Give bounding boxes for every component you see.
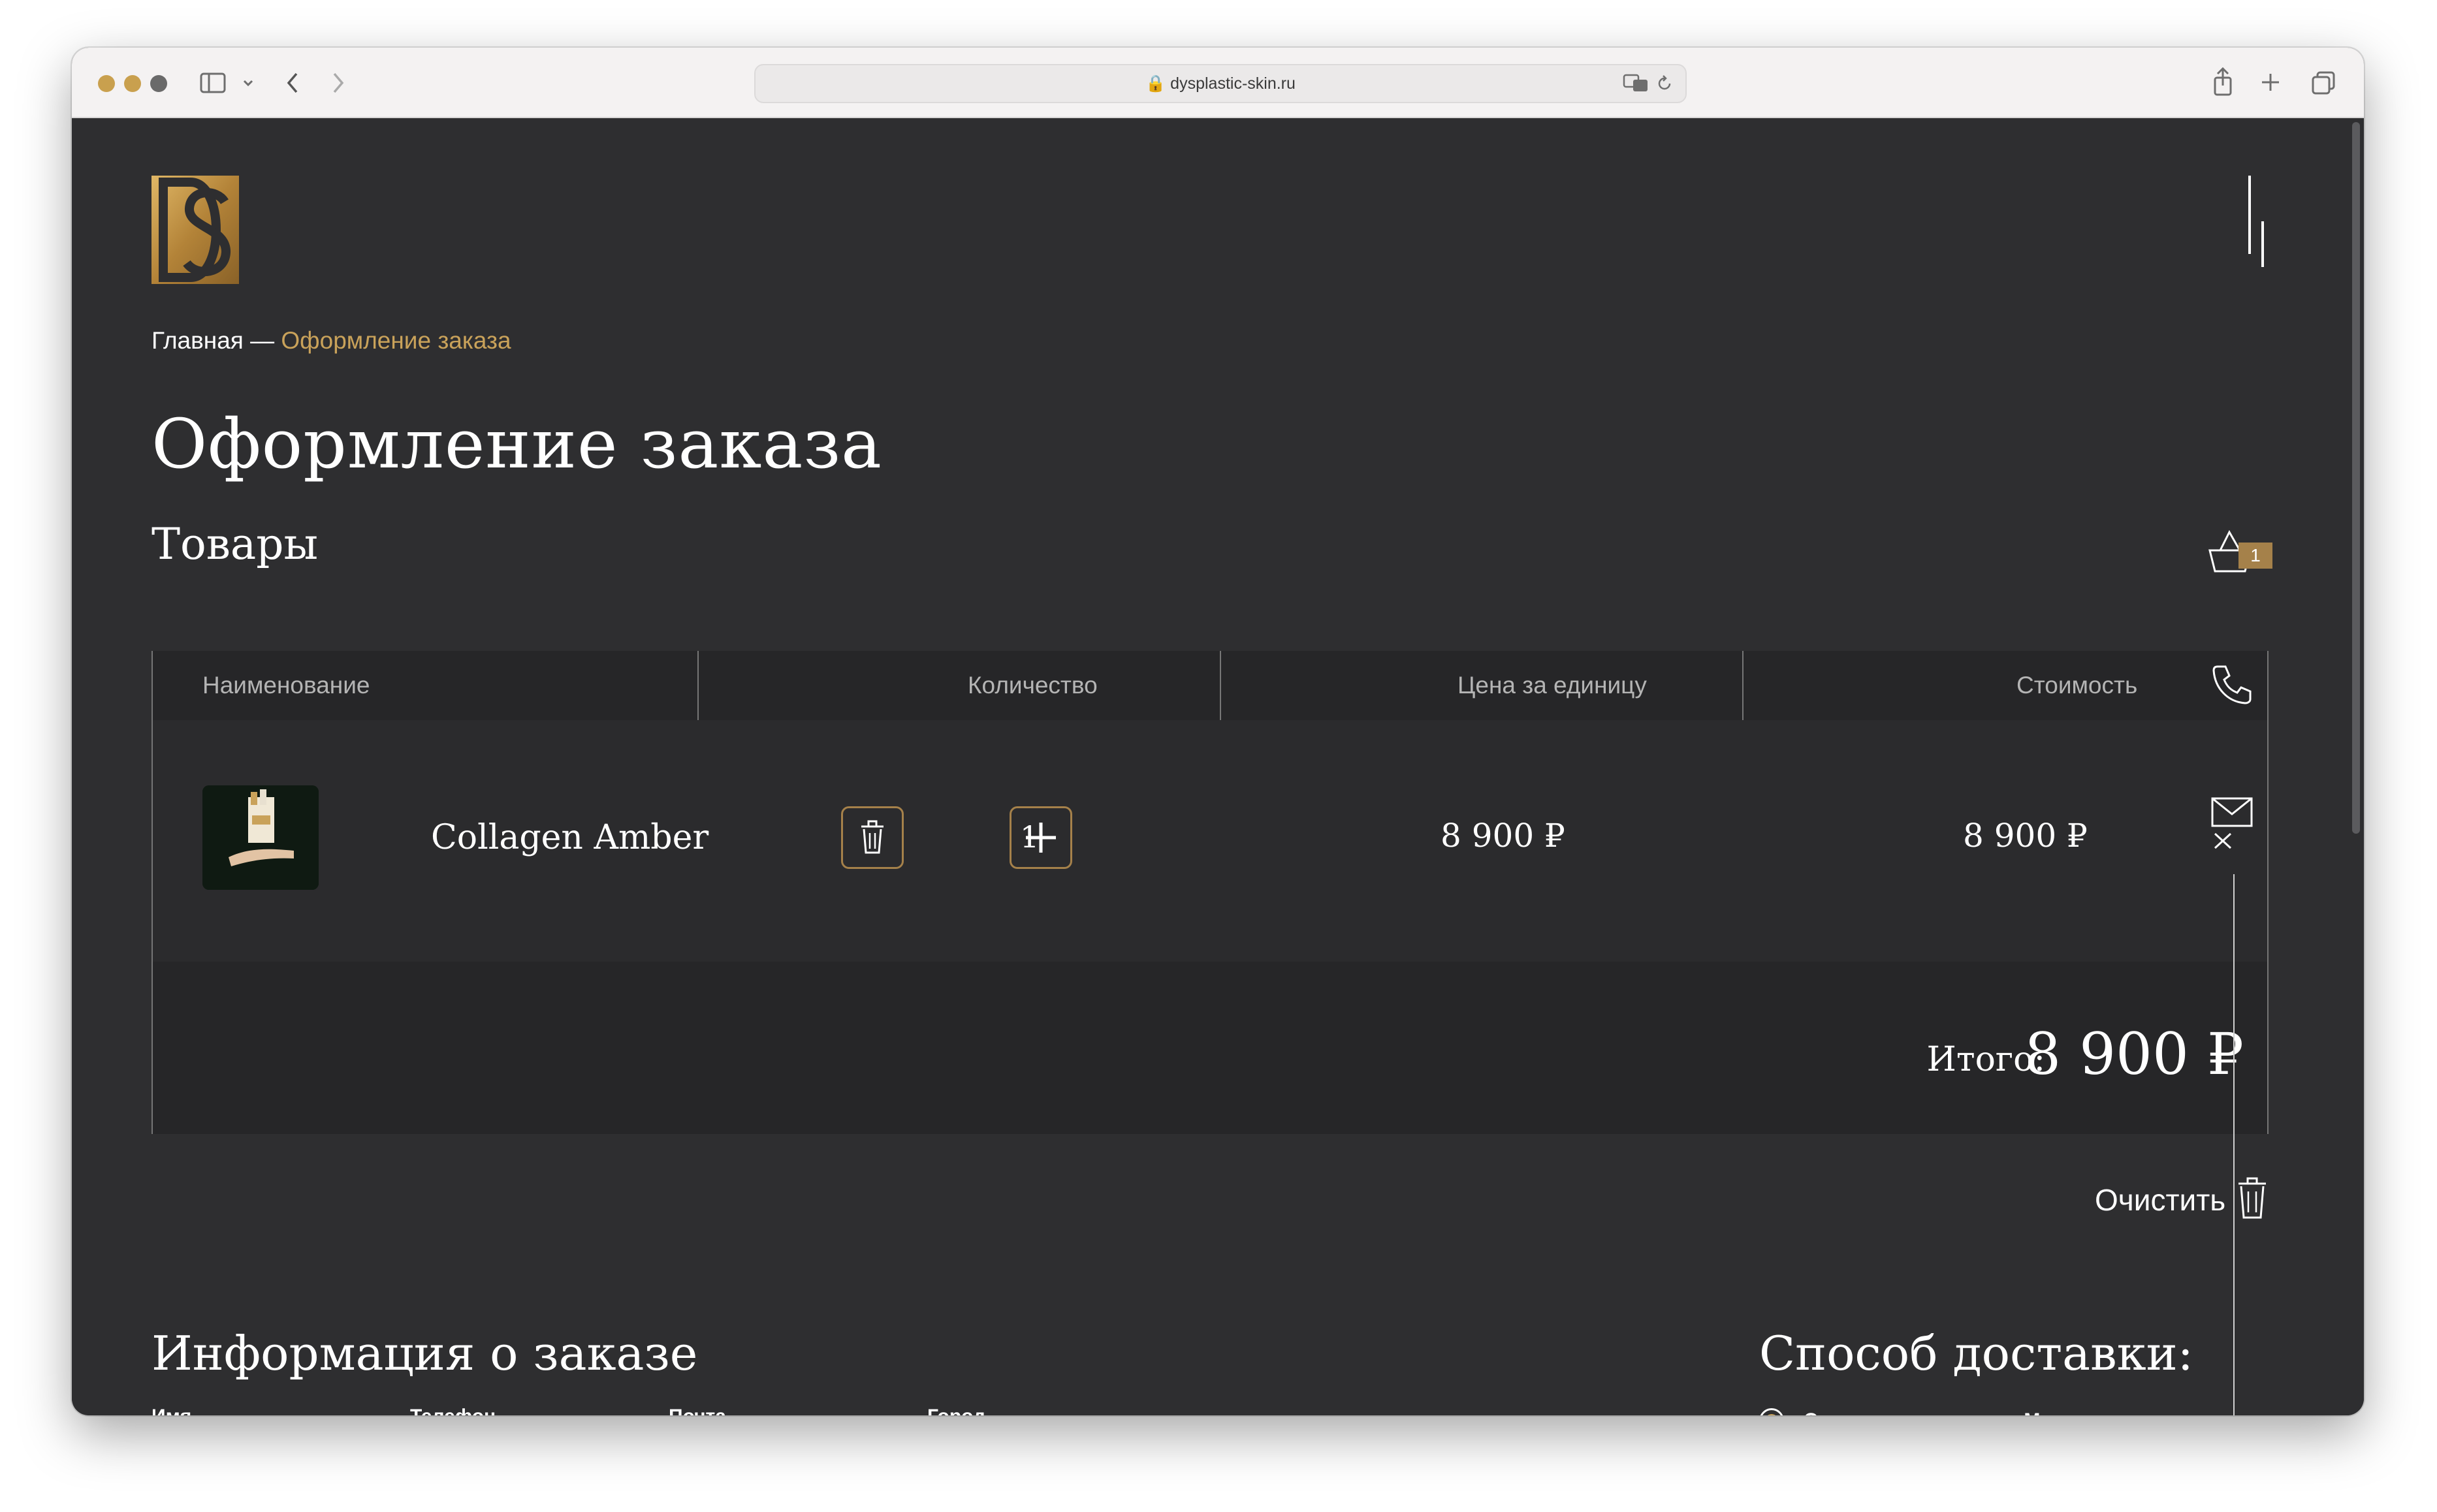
clear-cart-button[interactable]: Очистить — [2095, 1182, 2225, 1218]
clear-cart-label: Очистить — [2095, 1183, 2226, 1217]
name-label: Имя — [151, 1406, 191, 1415]
sidebar-icon[interactable] — [200, 72, 226, 93]
address-bar[interactable]: 🔒 dysplastic-skin.ru — [754, 64, 1687, 103]
forward-icon[interactable] — [330, 71, 346, 95]
product-image[interactable] — [202, 785, 319, 890]
city-label: Город — [927, 1406, 985, 1415]
chevron-down-icon[interactable] — [243, 79, 253, 87]
minimize-window-button[interactable] — [124, 75, 141, 92]
trash-icon[interactable] — [2236, 1177, 2269, 1220]
new-tab-icon[interactable] — [2261, 72, 2280, 92]
delivery-title: Способ доставки: — [1759, 1326, 2193, 1381]
item-cost: 8 900 ₽ — [1963, 817, 2088, 855]
total-row: Итого: 8 900 ₽ — [153, 962, 2267, 1134]
url-text: dysplastic-skin.ru — [1170, 74, 1296, 93]
phone-label: Телефон — [410, 1406, 496, 1415]
brand-logo[interactable] — [151, 176, 239, 284]
plus-icon — [1026, 823, 1056, 853]
browser-window: 🔒 dysplastic-skin.ru Главная — Оформлени… — [72, 48, 2364, 1415]
table-header: Наименование Количество Цена за единицу … — [153, 651, 2267, 720]
translate-icon[interactable] — [1623, 73, 1649, 93]
unit-price: 8 900 ₽ — [1441, 817, 1565, 855]
total-value: 8 900 ₽ — [2024, 1020, 2244, 1088]
header-quantity: Количество — [968, 672, 1098, 699]
table-row: Collagen Amber 1 8 900 ₽ 8 900 ₽ — [153, 720, 2267, 962]
scrollbar[interactable] — [2352, 122, 2360, 834]
cart-count-badge: 1 — [2238, 543, 2272, 569]
share-icon[interactable] — [2212, 67, 2233, 96]
zoom-window-button[interactable] — [150, 75, 167, 92]
page-title: Оформление заказа — [151, 404, 883, 484]
delivery-option-label[interactable]: Самовывоз со склада Москвы — [1804, 1410, 2101, 1415]
breadcrumb-current: Оформление заказа — [281, 327, 511, 354]
header-name: Наименование — [202, 672, 370, 699]
delivery-option-radio[interactable] — [1759, 1408, 1784, 1415]
reload-icon[interactable] — [1655, 74, 1674, 93]
breadcrumb: Главная — Оформление заказа — [151, 327, 511, 354]
page-content: Главная — Оформление заказа Оформление з… — [72, 118, 2364, 1415]
breadcrumb-separator: — — [243, 327, 281, 354]
breadcrumb-home[interactable]: Главная — [151, 327, 244, 354]
menu-icon[interactable] — [2243, 176, 2269, 267]
header-unit-price: Цена за единицу — [1457, 672, 1647, 699]
section-title-products: Товары — [151, 519, 319, 569]
radio-selected-dot — [1765, 1414, 1778, 1415]
mail-icon[interactable] — [2211, 797, 2253, 849]
back-icon[interactable] — [285, 71, 300, 95]
product-name[interactable]: Collagen Amber — [431, 818, 709, 857]
remove-item-button[interactable] — [841, 806, 904, 869]
order-info-title: Информация о заказе — [151, 1326, 698, 1381]
cart-table: Наименование Количество Цена за единицу … — [151, 651, 2269, 1134]
browser-toolbar: 🔒 dysplastic-skin.ru — [72, 48, 2364, 118]
trash-icon — [861, 820, 884, 854]
side-divider — [2233, 874, 2235, 1415]
header-cost: Стоимость — [2016, 672, 2138, 699]
close-window-button[interactable] — [98, 75, 115, 92]
lock-icon: 🔒 — [1145, 74, 1166, 93]
email-label: Почта — [669, 1406, 726, 1415]
tab-overview-icon[interactable] — [2312, 71, 2335, 95]
phone-icon[interactable] — [2211, 663, 2253, 704]
increase-quantity-button[interactable] — [1010, 806, 1072, 869]
